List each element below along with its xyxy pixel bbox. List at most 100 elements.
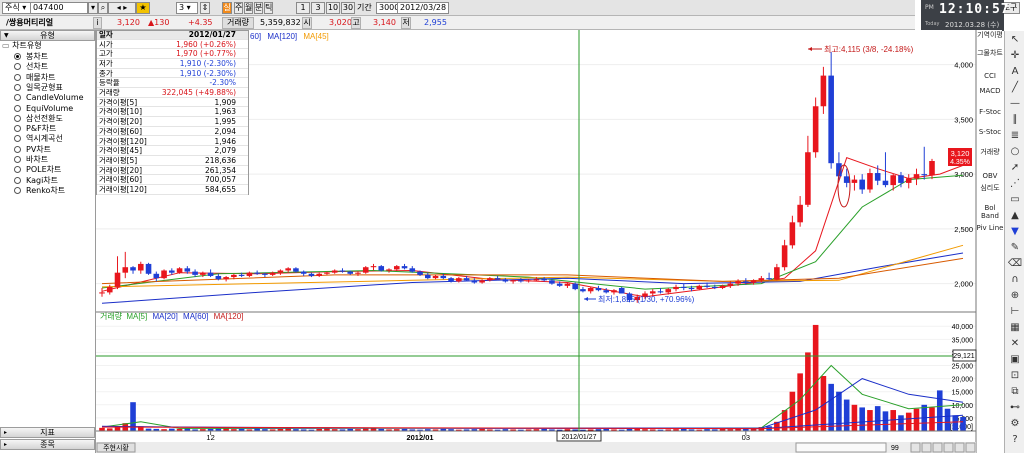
chart-type-radio[interactable] bbox=[14, 94, 21, 102]
chart-type-label[interactable]: 바차트 bbox=[26, 155, 48, 164]
pencil-icon[interactable]: ✎ bbox=[1007, 241, 1023, 255]
tick-button[interactable]: 틱 bbox=[264, 2, 273, 14]
indicator-item[interactable]: S-Stoc bbox=[976, 128, 1004, 136]
copy-icon[interactable]: ⧉ bbox=[1007, 385, 1023, 399]
chart-type-label[interactable]: P&F차트 bbox=[26, 124, 56, 133]
chart-type-radio[interactable] bbox=[14, 145, 21, 153]
chart-type-label[interactable]: 봉차트 bbox=[26, 52, 48, 61]
period-select[interactable]: 3 ▾ bbox=[176, 2, 198, 14]
chart-type-label[interactable]: PV차트 bbox=[26, 145, 51, 154]
chart-type-radio[interactable] bbox=[14, 53, 21, 60]
print-icon[interactable] bbox=[965, 442, 976, 453]
interval-10-button[interactable]: 10 bbox=[326, 2, 340, 14]
indicator-item[interactable]: MACD bbox=[976, 87, 1004, 95]
link-icon[interactable]: ⊷ bbox=[1007, 401, 1023, 415]
indicator-item[interactable]: 그물차트 bbox=[976, 49, 1004, 57]
prev-next-button[interactable]: ◂ ▸ bbox=[108, 2, 136, 14]
interval-1-button[interactable]: 1 bbox=[296, 2, 310, 14]
scroll-right-icon[interactable] bbox=[943, 442, 954, 453]
period-spinner[interactable]: ⇕ bbox=[200, 2, 210, 14]
interval-3-button[interactable]: 3 bbox=[311, 2, 325, 14]
crosshair-volume-value: 29,121 bbox=[953, 353, 975, 360]
code-dropdown-button[interactable]: ▾ bbox=[88, 2, 98, 14]
chart-type-label[interactable]: EquiVolume bbox=[26, 104, 73, 113]
refresh-button[interactable]: 실 bbox=[222, 2, 232, 14]
candle-body bbox=[432, 275, 439, 279]
favorite-icon[interactable]: ★ bbox=[136, 2, 150, 14]
data-window-row: 가격이평[60] 2,094 bbox=[97, 127, 248, 137]
zoom-slider[interactable] bbox=[795, 442, 887, 453]
save-icon[interactable]: ▣ bbox=[1007, 353, 1023, 367]
chart-type-radio[interactable] bbox=[14, 135, 21, 143]
zoom-in-icon[interactable] bbox=[910, 442, 921, 453]
ruler-icon[interactable]: ⊢ bbox=[1007, 305, 1023, 319]
chart-type-label[interactable]: 일목균형표 bbox=[26, 83, 63, 92]
chart-type-label[interactable]: Kagi차트 bbox=[26, 176, 58, 185]
delete-icon[interactable]: ✕ bbox=[1007, 337, 1023, 351]
info-toggle[interactable]: i bbox=[93, 17, 102, 29]
cursor-icon[interactable]: ↖ bbox=[1007, 33, 1023, 47]
month-button[interactable]: 월 bbox=[244, 2, 253, 14]
change-percent: +4.35 bbox=[188, 18, 213, 27]
date-input[interactable]: 2012/03/28 ▾ bbox=[397, 2, 449, 14]
down-arrow-icon[interactable]: ▼ bbox=[1007, 225, 1023, 239]
indicator-item[interactable]: OBV bbox=[976, 172, 1004, 180]
week-button[interactable]: 주 bbox=[234, 2, 243, 14]
indicator-item[interactable]: 심리도 bbox=[976, 184, 1004, 192]
channel-icon[interactable]: ∥ bbox=[1007, 113, 1023, 127]
eraser-icon[interactable]: ⌫ bbox=[1007, 257, 1023, 271]
chart-type-label[interactable]: Renko차트 bbox=[26, 186, 65, 195]
chart-type-radio[interactable] bbox=[14, 104, 21, 112]
indicator-item[interactable]: Piv Line bbox=[976, 224, 1004, 232]
zoom-icon[interactable]: ⊕ bbox=[1007, 289, 1023, 303]
chart-type-label[interactable]: 역시계곡선 bbox=[26, 134, 63, 143]
chart-type-radio[interactable] bbox=[14, 156, 21, 163]
chart-type-label[interactable]: 삼선전환도 bbox=[26, 114, 63, 123]
scroll-left-icon[interactable] bbox=[932, 442, 943, 453]
search-icon[interactable]: ⌕ bbox=[98, 2, 108, 14]
chart-type-radio[interactable] bbox=[14, 114, 21, 122]
code-input[interactable]: 047400 bbox=[30, 2, 88, 14]
gear-icon[interactable]: ⚙ bbox=[1007, 417, 1023, 431]
candle-body bbox=[696, 285, 703, 290]
chart-type-radio[interactable] bbox=[14, 73, 21, 81]
circle-icon[interactable]: ○ bbox=[1007, 145, 1023, 159]
chart-type-label[interactable]: 선차트 bbox=[26, 62, 48, 71]
chart-type-label[interactable]: CandleVolume bbox=[26, 93, 84, 102]
help-icon[interactable]: ? bbox=[1007, 433, 1023, 447]
minute-button[interactable]: 분 bbox=[254, 2, 263, 14]
chart-type-radio[interactable] bbox=[14, 63, 21, 71]
indicator-item[interactable]: CCI bbox=[976, 72, 1004, 80]
indicator-item[interactable]: 거래량 bbox=[976, 148, 1004, 156]
gann-icon[interactable]: ⋰ bbox=[1007, 177, 1023, 191]
zoom-out-icon[interactable] bbox=[921, 442, 932, 453]
chart-type-radio[interactable] bbox=[14, 125, 21, 133]
indicator-tab[interactable]: ▸ 지표 bbox=[0, 427, 95, 438]
up-arrow-icon[interactable]: ▲ bbox=[1007, 209, 1023, 223]
crosshair-icon[interactable]: ✛ bbox=[1007, 49, 1023, 63]
text-icon[interactable]: A bbox=[1007, 65, 1023, 79]
chart-type-radio[interactable] bbox=[14, 166, 21, 174]
chart-type-radio[interactable] bbox=[14, 83, 21, 91]
settings-icon[interactable] bbox=[954, 442, 965, 453]
lock-icon[interactable]: ⊡ bbox=[1007, 369, 1023, 383]
magnet-icon[interactable]: ∩ bbox=[1007, 273, 1023, 287]
panel-header[interactable]: ▼ 유형 bbox=[0, 30, 95, 41]
indicator-item[interactable]: Bol Band bbox=[976, 204, 1004, 220]
chart-type-radio[interactable] bbox=[14, 186, 21, 194]
chart-type-radio[interactable] bbox=[14, 176, 21, 184]
grid-icon[interactable]: ▦ bbox=[1007, 321, 1023, 335]
indicator-item[interactable]: F-Stoc bbox=[976, 108, 1004, 116]
stock-tab[interactable]: ▸ 종목 bbox=[0, 439, 95, 450]
chart-type-label[interactable]: POLE차트 bbox=[26, 165, 61, 174]
tree-root[interactable]: ▭ 차트유형 bbox=[2, 41, 42, 51]
fibonacci-icon[interactable]: ≣ bbox=[1007, 129, 1023, 143]
rectangle-icon[interactable]: ▭ bbox=[1007, 193, 1023, 207]
chart-type-label[interactable]: 매물차트 bbox=[26, 73, 55, 82]
indicator-item[interactable]: 기역이평 bbox=[976, 31, 1004, 39]
arrow-icon[interactable]: ➚ bbox=[1007, 161, 1023, 175]
candle-body bbox=[106, 286, 113, 293]
trendline-icon[interactable]: ╱ bbox=[1007, 81, 1023, 95]
interval-30-button[interactable]: 30 bbox=[341, 2, 355, 14]
hline-icon[interactable]: — bbox=[1007, 97, 1023, 111]
